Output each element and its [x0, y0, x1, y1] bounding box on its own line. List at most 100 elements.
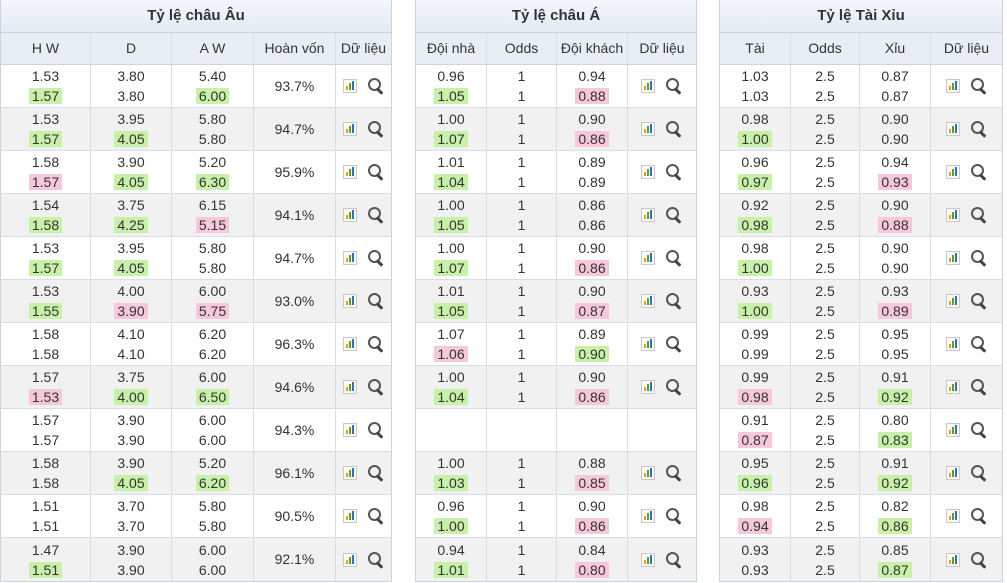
bar-chart-icon[interactable]	[641, 165, 655, 179]
magnifier-icon[interactable]	[367, 163, 385, 181]
magnifier-icon[interactable]	[367, 464, 385, 482]
magnifier-icon[interactable]	[970, 335, 988, 353]
bar-chart-icon[interactable]	[342, 294, 357, 308]
bar-chart-icon[interactable]	[945, 552, 960, 567]
bar-chart-icon[interactable]	[342, 509, 357, 523]
over-odds: 0.92 0.98	[720, 194, 791, 236]
magnifier-icon[interactable]	[970, 292, 988, 310]
magnifier-icon[interactable]	[367, 292, 385, 310]
magnifier-icon[interactable]	[367, 77, 385, 95]
bar-chart-icon[interactable]	[641, 208, 655, 222]
data-actions	[931, 495, 1002, 537]
live-value: 0.93	[878, 174, 912, 190]
opening-value: 1	[517, 455, 526, 471]
under-odds: 0.94 0.93	[860, 151, 931, 193]
magnifier-icon[interactable]	[970, 163, 988, 181]
bar-chart-icon[interactable]	[945, 294, 960, 308]
opening-value: 0.90	[578, 240, 606, 256]
bar-chart-icon[interactable]	[945, 251, 960, 265]
bar-chart-icon[interactable]	[641, 466, 655, 480]
bar-chart-icon[interactable]	[641, 294, 655, 308]
bar-chart-icon[interactable]	[641, 552, 655, 567]
magnifier-icon[interactable]	[970, 551, 988, 569]
magnifier-icon[interactable]	[367, 335, 385, 353]
magnifier-icon[interactable]	[970, 464, 988, 482]
bar-chart-icon[interactable]	[945, 380, 960, 394]
bar-chart-icon[interactable]	[945, 165, 960, 179]
bar-chart-icon[interactable]	[342, 380, 357, 394]
bar-chart-icon[interactable]	[945, 337, 960, 351]
magnifier-icon[interactable]	[367, 421, 385, 439]
away-odds	[557, 409, 628, 451]
bar-chart-icon[interactable]	[641, 79, 655, 93]
magnifier-icon[interactable]	[970, 120, 988, 138]
magnifier-icon[interactable]	[970, 378, 988, 396]
magnifier-icon[interactable]	[367, 378, 385, 396]
live-value: 1.57	[28, 174, 63, 190]
magnifier-icon[interactable]	[665, 551, 683, 569]
away-win-odds: 5.20 6.30	[172, 151, 254, 193]
live-value: 1	[517, 174, 526, 190]
bar-chart-icon[interactable]	[945, 423, 960, 437]
bar-chart-icon[interactable]	[342, 122, 357, 136]
data-actions	[628, 366, 696, 408]
magnifier-icon[interactable]	[367, 249, 385, 267]
bar-chart-icon[interactable]	[342, 423, 357, 437]
magnifier-icon[interactable]	[367, 551, 385, 569]
bar-chart-icon[interactable]	[641, 251, 655, 265]
bar-chart-icon[interactable]	[641, 122, 655, 136]
magnifier-icon[interactable]	[665, 292, 683, 310]
magnifier-icon[interactable]	[970, 507, 988, 525]
live-value: 0.99	[741, 346, 769, 362]
magnifier-icon[interactable]	[970, 249, 988, 267]
magnifier-icon[interactable]	[367, 206, 385, 224]
bar-chart-icon[interactable]	[342, 337, 357, 351]
table-row: 0.98 0.94 2.5 2.5 0.82 0.86	[720, 495, 1002, 538]
home-odds: 1.00 1.05	[416, 194, 487, 236]
magnifier-icon[interactable]	[970, 206, 988, 224]
magnifier-icon[interactable]	[367, 120, 385, 138]
over-odds: 1.03 1.03	[720, 65, 791, 107]
data-actions	[628, 65, 696, 107]
draw-odds: 3.90 3.90	[91, 409, 172, 451]
magnifier-icon[interactable]	[665, 249, 683, 267]
payout-rate-value: 96.1%	[274, 464, 315, 481]
opening-value: 1.00	[437, 197, 465, 213]
bar-chart-icon[interactable]	[945, 79, 960, 93]
magnifier-icon[interactable]	[665, 77, 683, 95]
live-value: 3.90	[114, 303, 148, 319]
payout-rate: 94.1%	[254, 194, 336, 236]
data-actions	[931, 409, 1002, 451]
magnifier-icon[interactable]	[665, 378, 683, 396]
magnifier-icon[interactable]	[665, 507, 683, 525]
magnifier-icon[interactable]	[665, 335, 683, 353]
bar-chart-icon[interactable]	[641, 337, 655, 351]
magnifier-icon[interactable]	[665, 120, 683, 138]
bar-chart-icon[interactable]	[945, 509, 960, 523]
bar-chart-icon[interactable]	[945, 208, 960, 222]
bar-chart-icon[interactable]	[342, 466, 357, 480]
live-value: 4.05	[114, 174, 148, 190]
bar-chart-icon[interactable]	[342, 79, 357, 93]
opening-value: 1	[517, 240, 526, 256]
total-line: 2.5 2.5	[791, 151, 860, 193]
magnifier-icon[interactable]	[665, 206, 683, 224]
magnifier-icon[interactable]	[970, 421, 988, 439]
bar-chart-icon[interactable]	[641, 509, 655, 523]
magnifier-icon[interactable]	[367, 507, 385, 525]
bar-chart-icon[interactable]	[641, 380, 655, 394]
magnifier-icon[interactable]	[970, 77, 988, 95]
bar-chart-icon[interactable]	[342, 552, 357, 567]
bar-chart-icon[interactable]	[342, 208, 357, 222]
bar-chart-icon[interactable]	[945, 122, 960, 136]
payout-rate-value: 93.0%	[274, 292, 315, 309]
data-actions	[931, 280, 1002, 322]
over-odds: 0.93 1.00	[720, 280, 791, 322]
bar-chart-icon[interactable]	[945, 466, 960, 480]
bar-chart-icon[interactable]	[342, 165, 357, 179]
panel-title: Tỷ lệ châu Âu	[1, 0, 391, 33]
table-row: 0.99 0.99 2.5 2.5 0.95 0.95	[720, 323, 1002, 366]
magnifier-icon[interactable]	[665, 163, 683, 181]
bar-chart-icon[interactable]	[342, 251, 357, 265]
magnifier-icon[interactable]	[665, 464, 683, 482]
